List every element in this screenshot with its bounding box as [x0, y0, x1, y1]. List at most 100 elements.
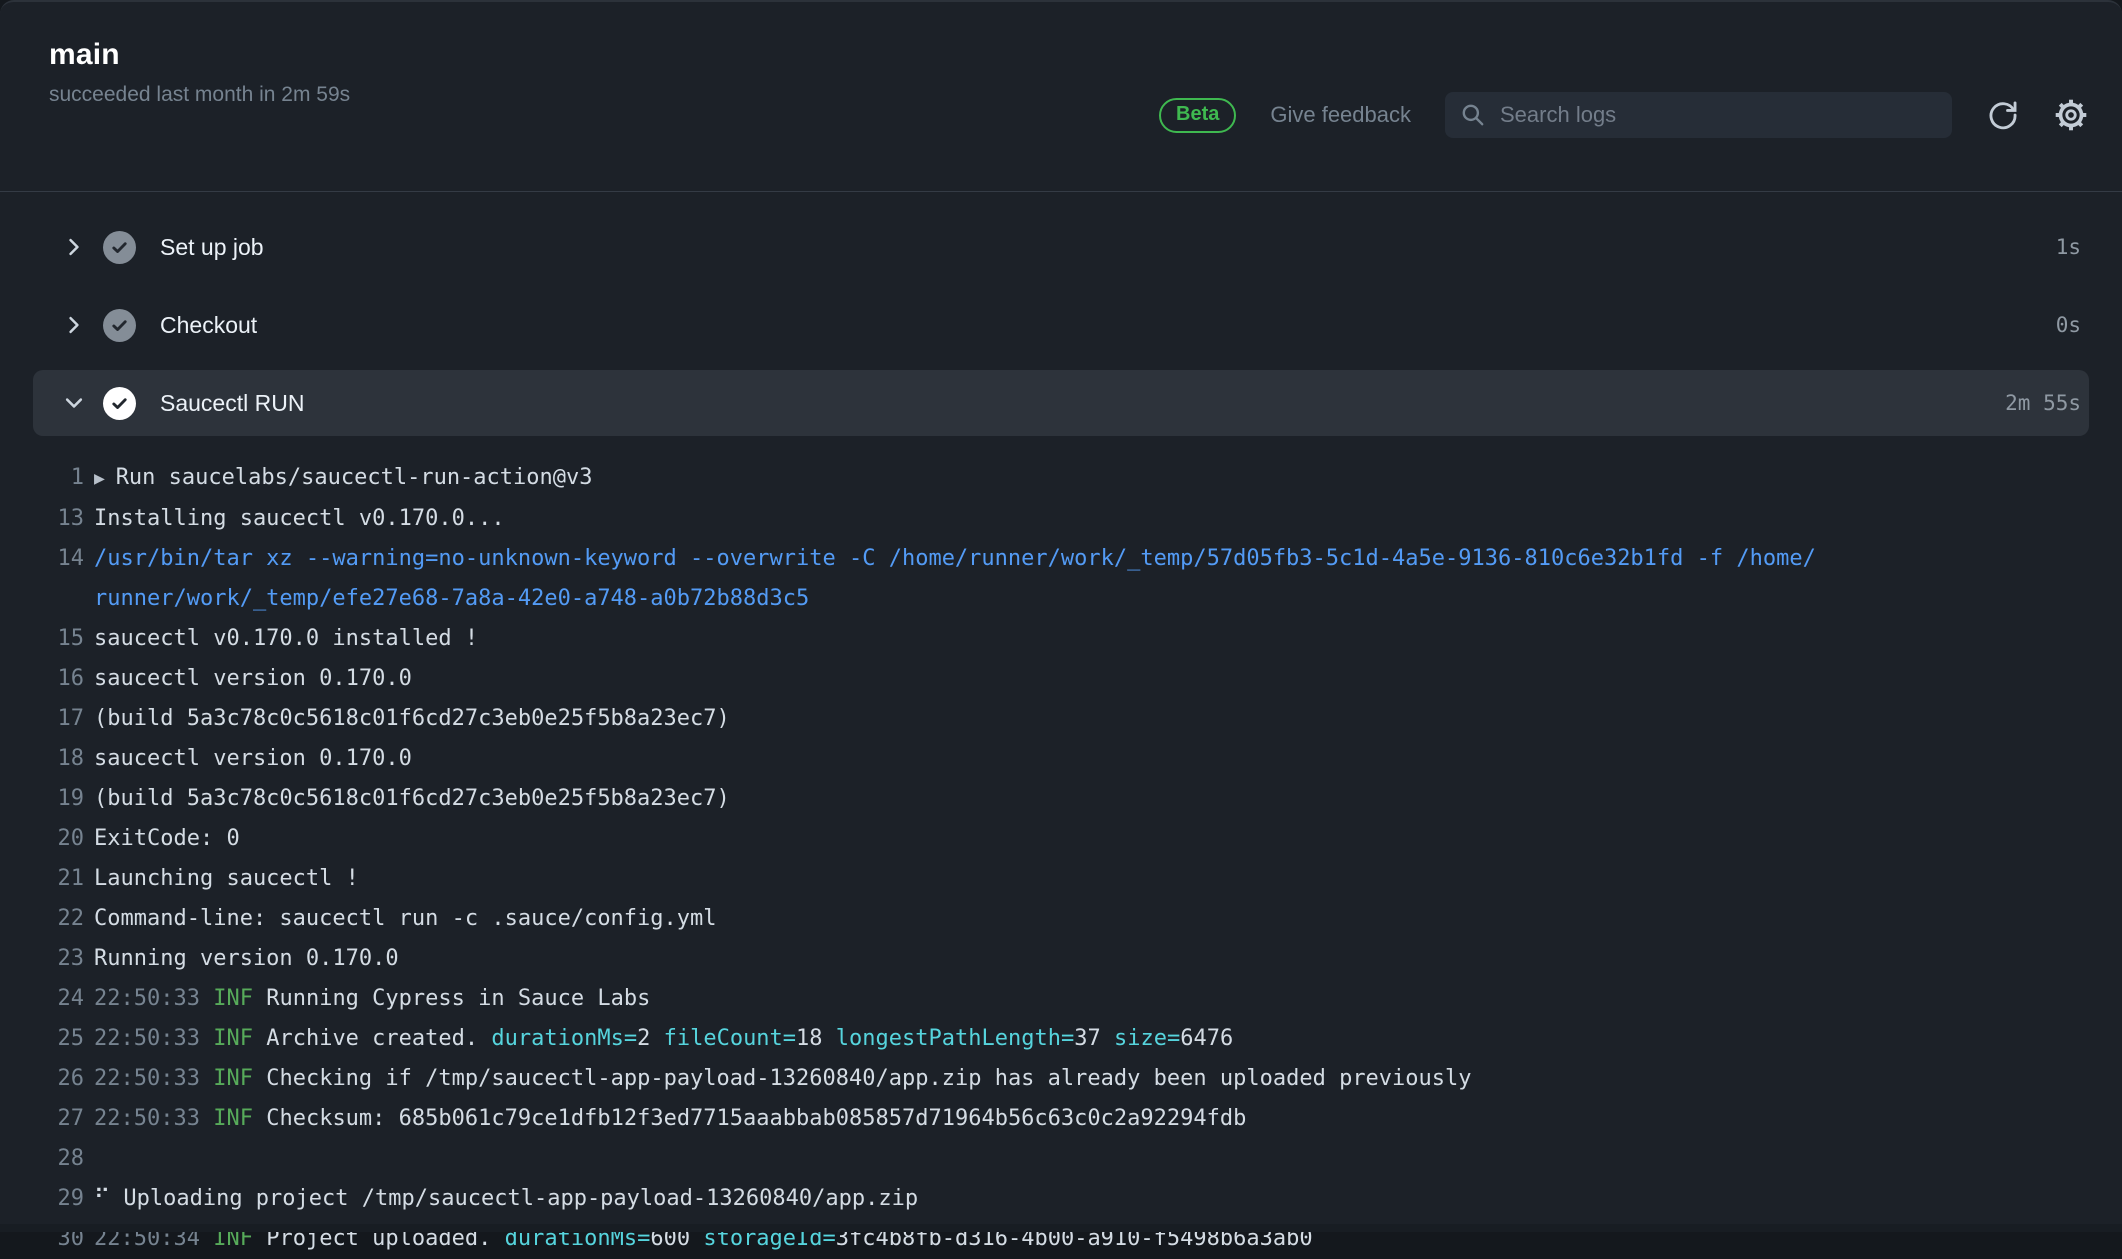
group-toggle-icon[interactable]: ▶: [94, 468, 116, 489]
step-duration: 1s: [2056, 235, 2081, 259]
log-text: [84, 1139, 94, 1179]
log-line: 21 Launching saucectl !: [0, 859, 2122, 899]
line-number[interactable]: 13: [0, 499, 84, 539]
line-number[interactable]: 20: [0, 819, 84, 859]
give-feedback-link[interactable]: Give feedback: [1270, 102, 1411, 128]
search-icon: [1460, 102, 1486, 128]
log-text: saucectl version 0.170.0: [84, 739, 412, 779]
line-number[interactable]: 14: [0, 539, 84, 619]
chevron-down-icon[interactable]: [62, 392, 86, 414]
line-number[interactable]: 24: [0, 979, 84, 1019]
log-segment: Launching saucectl !: [94, 866, 359, 891]
log-line: 2422:50:33 INF Running Cypress in Sauce …: [0, 979, 2122, 1019]
log-text: ▶ Run saucelabs/saucectl-run-action@v3: [84, 458, 593, 499]
log-segment: 37: [1074, 1026, 1114, 1051]
header: main succeeded last month in 2m 59s Beta…: [0, 38, 2122, 192]
log-line: 16 saucectl version 0.170.0: [0, 659, 2122, 699]
log-segment: Command-line: saucectl run -c .sauce/con…: [94, 906, 717, 931]
log-line: 28: [0, 1139, 2122, 1179]
log-segment: saucectl version 0.170.0: [94, 666, 412, 691]
step-row[interactable]: Checkout0s: [33, 292, 2089, 358]
log-segment: fileCount=: [664, 1026, 796, 1051]
success-check-icon: [103, 231, 136, 264]
log-line: 17 (build 5a3c78c0c5618c01f6cd27c3eb0e25f…: [0, 699, 2122, 739]
log-line: 23 Running version 0.170.0: [0, 939, 2122, 979]
log-text: (build 5a3c78c0c5618c01f6cd27c3eb0e25f5b…: [84, 779, 730, 819]
refresh-button[interactable]: [1986, 98, 2020, 132]
log-segment: INF: [213, 1106, 253, 1131]
log-segment: saucectl version 0.170.0: [94, 746, 412, 771]
log-text: 22:50:33 INF Archive created. durationMs…: [84, 1019, 1233, 1059]
search-box[interactable]: [1445, 92, 1952, 138]
step-row[interactable]: Saucectl RUN2m 55s: [33, 370, 2089, 436]
log-segment: /usr/bin/tar xz --warning=no-unknown-key…: [94, 546, 1816, 611]
log-text: saucectl v0.170.0 installed !: [84, 619, 478, 659]
log-line: 19(build 5a3c78c0c5618c01f6cd27c3eb0e25f…: [0, 779, 2122, 819]
log-segment: Installing saucectl v0.170.0...: [94, 506, 505, 531]
log-text: ExitCode: 0: [84, 819, 240, 859]
log-line: 13 Installing saucectl v0.170.0...: [0, 499, 2122, 539]
chevron-right-icon[interactable]: [62, 236, 86, 258]
log-segment: Checksum: 685b061c79ce1dfb12f3ed7715aaab…: [253, 1106, 1246, 1131]
success-check-icon: [103, 387, 136, 420]
spinner-icon: ⠋: [94, 1186, 123, 1211]
log-segment: Archive created.: [253, 1026, 491, 1051]
log-segment: ExitCode: 0: [94, 826, 240, 851]
line-number[interactable]: 1: [0, 458, 84, 499]
log-text: 22:50:33 INF Running Cypress in Sauce La…: [84, 979, 650, 1019]
line-number[interactable]: 15: [0, 619, 84, 659]
line-number[interactable]: 28: [0, 1139, 84, 1179]
log-segment: Uploading project /tmp/saucectl-app-payl…: [123, 1186, 918, 1211]
line-number[interactable]: 29: [0, 1179, 84, 1219]
step-row[interactable]: Set up job 1s: [33, 214, 2089, 280]
log-segment: longestPathLength=: [836, 1026, 1074, 1051]
step-duration: 0s: [2056, 313, 2081, 337]
log-line: 15 saucectl v0.170.0 installed !: [0, 619, 2122, 659]
line-number[interactable]: 16: [0, 659, 84, 699]
settings-button[interactable]: [2054, 98, 2088, 132]
beta-badge: Beta: [1159, 98, 1236, 133]
log-segment: 22:50:33: [94, 1106, 213, 1131]
line-number[interactable]: 25: [0, 1019, 84, 1059]
log-line: 2622:50:33 INF Checking if /tmp/saucectl…: [0, 1059, 2122, 1099]
line-number[interactable]: 23: [0, 939, 84, 979]
log-segment: saucectl v0.170.0 installed !: [94, 626, 478, 651]
line-number[interactable]: 22: [0, 899, 84, 939]
log-text: saucectl version 0.170.0: [84, 659, 412, 699]
log-segment: Running Cypress in Sauce Labs: [253, 986, 650, 1011]
log-segment: size=: [1114, 1026, 1180, 1051]
log-segment: 18: [796, 1026, 836, 1051]
log-segment: Checking if /tmp/saucectl-app-payload-13…: [253, 1066, 1472, 1091]
line-number[interactable]: 17: [0, 699, 84, 739]
log-text: Running version 0.170.0: [84, 939, 399, 979]
log-segment: (build 5a3c78c0c5618c01f6cd27c3eb0e25f5b…: [94, 706, 730, 731]
log-line: 22 Command-line: saucectl run -c .sauce/c…: [0, 899, 2122, 939]
refresh-icon: [1986, 98, 2020, 132]
line-number[interactable]: 19: [0, 779, 84, 819]
line-number[interactable]: 18: [0, 739, 84, 779]
workflow-log-viewer: main succeeded last month in 2m 59s Beta…: [0, 0, 2122, 1232]
step-name: Set up job: [160, 234, 264, 261]
log-line: 27 22:50:33 INF Checksum: 685b061c79ce1df…: [0, 1099, 2122, 1139]
search-input[interactable]: [1498, 101, 1937, 129]
line-number[interactable]: 27: [0, 1099, 84, 1139]
log-segment: INF: [213, 1066, 253, 1091]
log-line: 29 ⠋ Uploading project /tmp/saucectl-app-…: [0, 1179, 2122, 1219]
log-segment: Running version 0.170.0: [94, 946, 399, 971]
line-number[interactable]: 21: [0, 859, 84, 899]
log-line: 20 ExitCode: 0: [0, 819, 2122, 859]
log-text: Launching saucectl !: [84, 859, 359, 899]
log-text: 22:50:33 INF Checking if /tmp/saucectl-a…: [84, 1059, 1472, 1099]
step-duration: 2m 55s: [2005, 391, 2081, 415]
success-check-icon: [103, 309, 136, 342]
line-number[interactable]: 26: [0, 1059, 84, 1099]
log-text: (build 5a3c78c0c5618c01f6cd27c3eb0e25f5b…: [84, 699, 730, 739]
log-segment: INF: [213, 986, 253, 1011]
log-line: 2522:50:33 INF Archive created. duration…: [0, 1019, 2122, 1059]
log-segment: Run saucelabs/saucectl-run-action@v3: [116, 465, 593, 490]
header-actions: Beta Give feedback: [1159, 38, 2088, 192]
log-line: 18 saucectl version 0.170.0: [0, 739, 2122, 779]
steps-list: Set up job 1s Checkout0s Saucectl RUN2m 55s: [0, 192, 2122, 436]
chevron-right-icon[interactable]: [62, 314, 86, 336]
bottom-edge: [0, 1224, 2122, 1232]
